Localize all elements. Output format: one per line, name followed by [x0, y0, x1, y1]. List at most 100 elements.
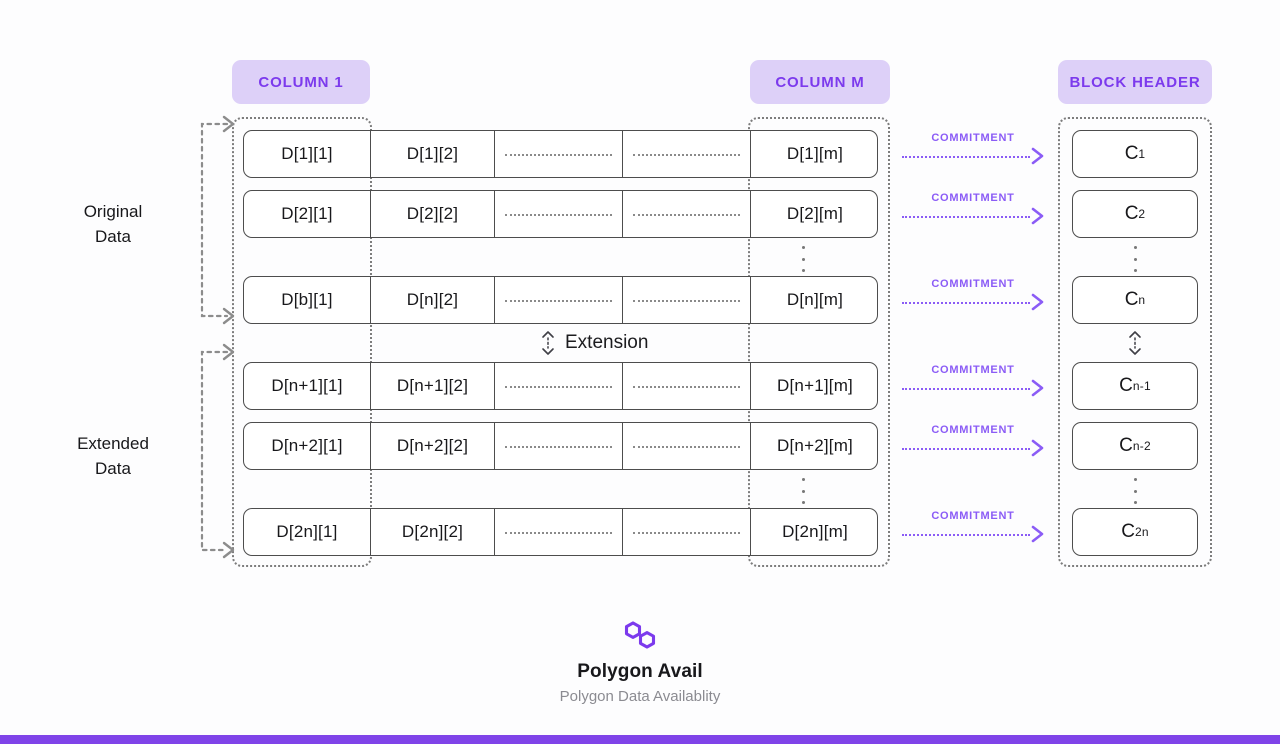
horizontal-ellipsis-icon: [633, 386, 740, 388]
matrix-cell: D[2n][1]: [244, 509, 371, 555]
matrix-cell: D[2][1]: [244, 191, 371, 237]
matrix-cell-ellipsis: [623, 423, 751, 469]
commitment-arrowhead-icon: [1031, 293, 1044, 311]
diagram-canvas: COLUMN 1 COLUMN M BLOCK HEADER Original …: [0, 0, 1280, 744]
commitment-label: COMMITMENT: [931, 132, 1015, 144]
table-row: D[n+2][1] D[n+2][2] D[n+2][m]: [243, 422, 878, 470]
commitment-box-base: C: [1124, 143, 1139, 164]
horizontal-ellipsis-icon: [633, 154, 740, 156]
commitment-arrow: COMMITMENT: [900, 364, 1050, 400]
matrix-cell: D[b][1]: [244, 277, 371, 323]
vertical-ellipsis-icon: [1133, 246, 1137, 272]
column-header-badge-column-1: COLUMN 1: [232, 60, 370, 104]
extension-double-arrow-icon: [542, 331, 554, 355]
commitment-box: C2: [1072, 190, 1198, 238]
matrix-cell: D[n+1][2]: [371, 363, 495, 409]
commitment-arrowhead-icon: [1031, 525, 1044, 543]
horizontal-ellipsis-icon: [633, 300, 740, 302]
bracket-arrowhead-icon: [222, 541, 235, 559]
extended-data-bracket-path: [200, 350, 229, 552]
original-data-label-line1: Original: [83, 202, 143, 221]
horizontal-ellipsis-icon: [633, 446, 740, 448]
matrix-cell: D[2n][m]: [782, 522, 848, 541]
column-header-badge-column-m: COLUMN M: [750, 60, 890, 104]
commitment-arrow: COMMITMENT: [900, 510, 1050, 546]
commitment-box: Cn-1: [1072, 362, 1198, 410]
column-m-outline: [748, 117, 890, 567]
matrix-cell: D[n][m]: [786, 290, 844, 309]
horizontal-ellipsis-icon: [505, 446, 612, 448]
matrix-cell: D[n+1][m]: [777, 376, 853, 395]
commitment-dotted-line: [902, 534, 1030, 536]
table-row: D[n+1][1] D[n+1][2] D[n+1][m]: [243, 362, 878, 410]
commitment-box-base: C: [1119, 435, 1133, 456]
extended-data-label: Extended Data: [38, 432, 188, 481]
matrix-cell: D[1][m]: [786, 144, 844, 163]
commitment-arrowhead-icon: [1031, 379, 1044, 397]
commitment-box-sub: 2: [1138, 207, 1146, 221]
bottom-accent-bar: [0, 735, 1280, 744]
commitment-box-base: C: [1124, 203, 1139, 224]
original-data-bracket-path: [200, 122, 229, 318]
matrix-cell-ellipsis: [623, 191, 751, 237]
commitment-box-base: C: [1124, 289, 1139, 310]
commitment-box-base: C: [1119, 375, 1133, 396]
commitment-arrow: COMMITMENT: [900, 192, 1050, 228]
commitment-box-sub: 2n: [1134, 525, 1149, 539]
horizontal-ellipsis-icon: [505, 532, 612, 534]
commitment-box-sub: n-2: [1132, 439, 1151, 453]
brand-tagline: Polygon Data Availablity: [559, 688, 721, 705]
matrix-cell: D[1][2]: [371, 131, 495, 177]
matrix-cell: D[n+1][1]: [244, 363, 371, 409]
commitment-box: Cn-2: [1072, 422, 1198, 470]
matrix-cell: D[n][2]: [371, 277, 495, 323]
horizontal-ellipsis-icon: [633, 532, 740, 534]
table-row: D[b][1] D[n][2] D[n][m]: [243, 276, 878, 324]
commitment-arrow: COMMITMENT: [900, 132, 1050, 168]
brand-name: Polygon Avail: [577, 661, 703, 682]
matrix-cell-ellipsis: [623, 509, 751, 555]
commitment-dotted-line: [902, 302, 1030, 304]
commitment-arrowhead-icon: [1031, 147, 1044, 165]
commitment-label: COMMITMENT: [931, 192, 1015, 204]
matrix-cell: D[n+2][1]: [244, 423, 371, 469]
matrix-cell-ellipsis: [623, 131, 751, 177]
commitment-label: COMMITMENT: [931, 364, 1015, 376]
commitment-label: COMMITMENT: [931, 510, 1015, 522]
commitment-box-base: C: [1121, 521, 1135, 542]
commitment-dotted-line: [902, 388, 1030, 390]
horizontal-ellipsis-icon: [505, 154, 612, 156]
commitment-box-sub: n: [1138, 293, 1146, 307]
commitment-box: Cn: [1072, 276, 1198, 324]
matrix-cell: D[2][m]: [786, 204, 844, 223]
commitment-arrowhead-icon: [1031, 207, 1044, 225]
commitment-arrowhead-icon: [1031, 439, 1044, 457]
vertical-ellipsis-icon: [801, 246, 805, 272]
matrix-cell-ellipsis: [495, 509, 623, 555]
matrix-cell: D[2][2]: [371, 191, 495, 237]
horizontal-ellipsis-icon: [633, 214, 740, 216]
commitment-label: COMMITMENT: [931, 424, 1015, 436]
extension-label-text: Extension: [565, 332, 649, 353]
matrix-cell-ellipsis: [495, 277, 623, 323]
horizontal-ellipsis-icon: [505, 300, 612, 302]
extended-data-label-line1: Extended: [77, 434, 149, 453]
commitment-dotted-line: [902, 216, 1030, 218]
matrix-cell-ellipsis: [495, 131, 623, 177]
horizontal-ellipsis-icon: [505, 214, 612, 216]
original-data-label-line2: Data: [95, 226, 131, 246]
commitment-arrow: COMMITMENT: [900, 278, 1050, 314]
commitment-dotted-line: [902, 448, 1030, 450]
commitment-dotted-line: [902, 156, 1030, 158]
polygon-logo-icon: [624, 621, 656, 649]
vertical-ellipsis-icon: [1133, 478, 1137, 504]
matrix-cell: D[n+2][2]: [371, 423, 495, 469]
block-header-extension-double-arrow-icon: [1129, 331, 1141, 355]
matrix-cell: D[n+2][m]: [777, 436, 853, 455]
extension-label: Extension: [540, 330, 648, 356]
commitment-box-sub: 1: [1138, 147, 1146, 161]
vertical-ellipsis-icon: [801, 478, 805, 504]
column-header-badge-block-header: BLOCK HEADER: [1058, 60, 1212, 104]
commitment-arrow: COMMITMENT: [900, 424, 1050, 460]
matrix-cell: D[1][1]: [244, 131, 371, 177]
